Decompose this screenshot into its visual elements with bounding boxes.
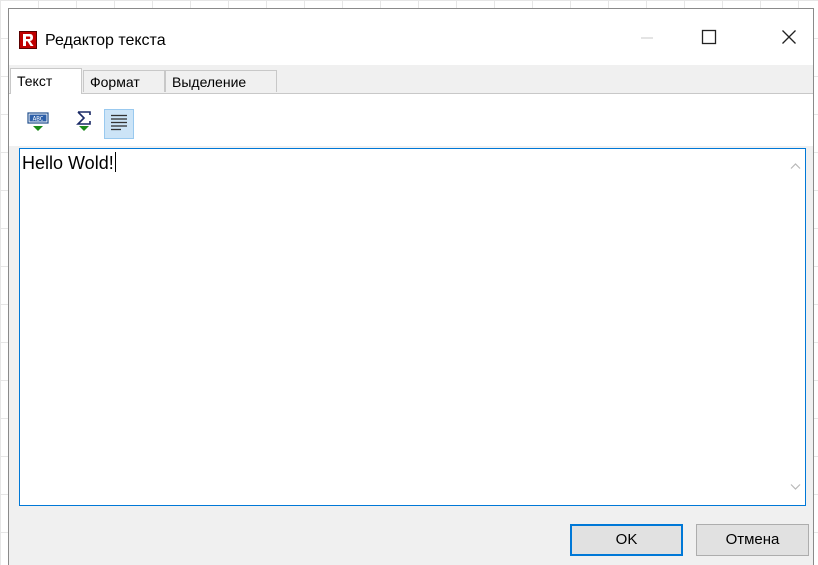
tab-label: Текст <box>17 73 53 89</box>
maximize-icon <box>701 29 717 49</box>
close-button[interactable] <box>766 19 812 59</box>
tab-selection[interactable]: Выделение <box>165 70 277 92</box>
window-title: Редактор текста <box>45 32 166 49</box>
insert-field-button[interactable]: ABC <box>23 109 53 139</box>
maximize-button[interactable] <box>686 19 732 59</box>
text-caret <box>114 152 116 172</box>
tab-format[interactable]: Формат <box>83 70 165 92</box>
word-wrap-icon <box>109 112 129 136</box>
tab-label: Формат <box>90 74 140 90</box>
app-logo-icon <box>19 31 37 49</box>
editor-toolbar: ABC <box>9 94 813 146</box>
minimize-button[interactable] <box>624 19 670 59</box>
dialog-footer: OK Отмена <box>9 506 813 565</box>
tab-text[interactable]: Текст <box>10 68 82 94</box>
insert-aggregate-icon <box>72 110 96 138</box>
scroll-down-icon[interactable] <box>790 478 801 495</box>
text-editor-dialog: Редактор текста Текст Формат Выделение A… <box>8 8 814 565</box>
editor-content[interactable]: Hello Wold! <box>22 152 116 174</box>
svg-text:ABC: ABC <box>33 116 44 123</box>
tab-label: Выделение <box>172 74 247 90</box>
cancel-button[interactable]: Отмена <box>696 524 809 556</box>
scroll-up-icon[interactable] <box>790 157 801 174</box>
vertical-scrollbar[interactable] <box>786 149 805 505</box>
tab-strip: Текст Формат Выделение <box>9 68 813 94</box>
close-icon <box>781 29 797 49</box>
minimize-icon <box>641 31 653 48</box>
ok-button[interactable]: OK <box>570 524 683 556</box>
title-bar[interactable]: Редактор текста <box>9 9 813 65</box>
text-editor-area[interactable]: Hello Wold! <box>19 148 806 506</box>
insert-field-icon: ABC <box>26 110 50 138</box>
editor-text: Hello Wold! <box>22 153 114 173</box>
word-wrap-toggle[interactable] <box>104 109 134 139</box>
insert-aggregate-button[interactable] <box>69 109 99 139</box>
